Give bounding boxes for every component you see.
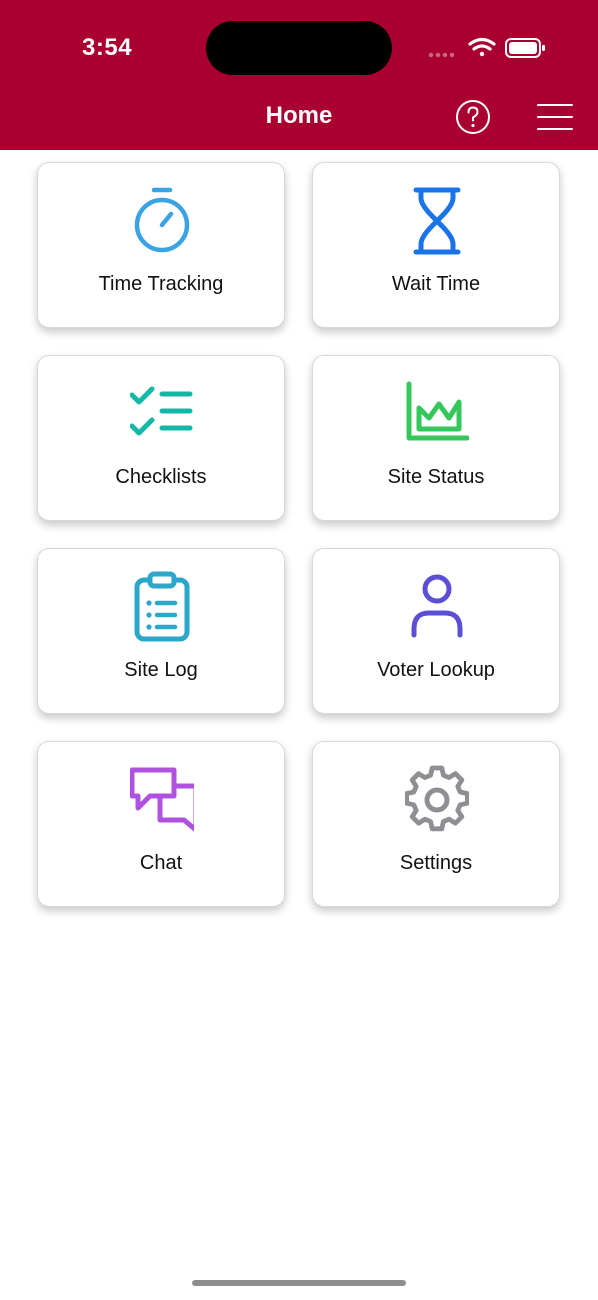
- hamburger-menu-icon[interactable]: [536, 101, 574, 133]
- stopwatch-icon: [134, 187, 190, 253]
- tile-label: Chat: [139, 852, 183, 874]
- tile-chat[interactable]: Chat: [37, 741, 285, 907]
- chat-bubbles-icon: [130, 767, 194, 832]
- tile-label: Voter Lookup: [377, 659, 495, 681]
- dynamic-island: [206, 21, 392, 75]
- battery-icon: [505, 38, 545, 58]
- wifi-icon: [468, 37, 496, 57]
- tile-label: Site Log: [124, 659, 198, 681]
- tile-label: Site Status: [387, 466, 485, 488]
- tile-site-status[interactable]: Site Status: [312, 355, 560, 521]
- tile-time-tracking[interactable]: Time Tracking: [37, 162, 285, 328]
- question-circle-icon[interactable]: [455, 99, 491, 135]
- tile-label: Checklists: [115, 466, 207, 488]
- person-icon: [411, 574, 463, 638]
- tile-site-log[interactable]: Site Log: [37, 548, 285, 714]
- checklist-icon: [130, 386, 193, 436]
- tile-label: Wait Time: [391, 273, 481, 295]
- tile-checklists[interactable]: Checklists: [37, 355, 285, 521]
- status-bar-time: 3:54: [82, 34, 133, 61]
- app-header: 3:54 Home: [0, 0, 598, 150]
- page-title: Home: [265, 102, 333, 129]
- hourglass-icon: [413, 187, 461, 255]
- cellular-signal-icon: [428, 52, 455, 58]
- gear-icon: [405, 765, 469, 832]
- home-indicator[interactable]: [192, 1280, 406, 1286]
- tile-wait-time[interactable]: Wait Time: [312, 162, 560, 328]
- area-chart-icon: [406, 381, 469, 441]
- status-bar-icons: [428, 37, 545, 58]
- tile-label: Time Tracking: [98, 273, 224, 295]
- tile-voter-lookup[interactable]: Voter Lookup: [312, 548, 560, 714]
- clipboard-icon: [134, 571, 190, 642]
- tile-settings[interactable]: Settings: [312, 741, 560, 907]
- tile-label: Settings: [399, 852, 473, 874]
